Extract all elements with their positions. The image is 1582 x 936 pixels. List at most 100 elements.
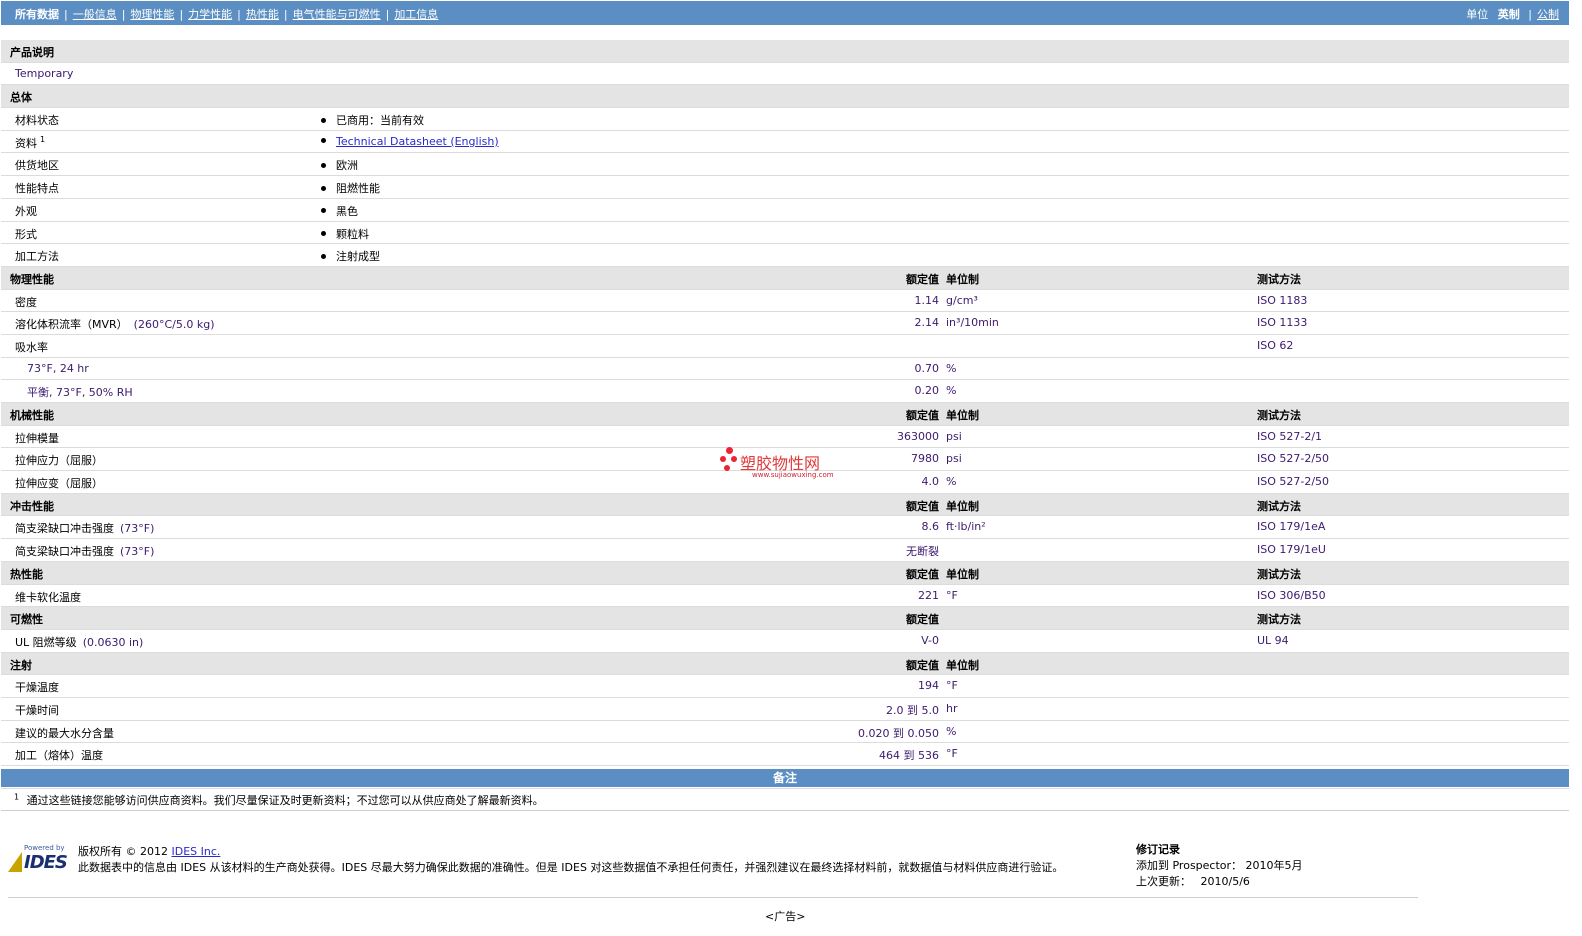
row-test-method: ISO 179/1eU xyxy=(1257,543,1326,557)
nav-tab-0[interactable]: 所有数据 xyxy=(15,8,59,21)
row-label: 供货地区 xyxy=(15,157,59,173)
row-test-method: ISO 527-2/50 xyxy=(1257,475,1330,489)
row-label-text: 供货地区 xyxy=(15,159,59,173)
nav-tab-1[interactable]: 一般信息 xyxy=(73,8,117,21)
row-value: 注射成型 xyxy=(321,248,380,264)
section-title: 产品说明 xyxy=(10,46,54,59)
nav-separator: | xyxy=(283,8,288,21)
col-header-nominal: 额定值 xyxy=(906,658,939,672)
col-header-unit: 单位制 xyxy=(946,409,979,422)
row-value: 阻燃性能 xyxy=(321,180,380,196)
revision-title: 修订记录 xyxy=(1136,843,1180,856)
row-nominal-value: 0.020 到 0.050 xyxy=(858,726,939,740)
row-label: 加工（熔体）温度 xyxy=(15,747,103,763)
bullet-icon xyxy=(321,208,326,214)
col-header-method: 测试方法 xyxy=(1257,272,1301,286)
table-row: 加工方法 注射成型 xyxy=(1,244,1569,267)
row-label: UL 阻燃等级 (0.0630 in) xyxy=(15,634,143,650)
divider xyxy=(1,810,1569,811)
nav-tab-3[interactable]: 力学性能 xyxy=(188,8,232,21)
row-nominal-value: 4.0 xyxy=(921,475,940,489)
col-header-method: 测试方法 xyxy=(1257,567,1301,581)
row-label-text: 性能特点 xyxy=(15,182,59,196)
nav-tab-5[interactable]: 电气性能与可燃性 xyxy=(293,8,381,21)
row-label-text: 资料 xyxy=(15,136,37,150)
row-label: 干燥温度 xyxy=(15,679,59,695)
site-watermark: 塑胶物性网 www.sujiaowuxing.com xyxy=(718,445,858,481)
section-header: 冲击性能 额定值 单位制 测试方法 xyxy=(1,493,1569,517)
footer: Powered by IDES 版权所有 © 2012 IDES Inc. 此数… xyxy=(8,840,1418,898)
row-nominal-value: 1.14 xyxy=(914,293,940,307)
col-header-nominal: 额定值 xyxy=(906,613,939,627)
ad-placeholder: <广告> xyxy=(765,910,806,923)
table-row: 维卡软化温度 221 °F ISO 306/B50 xyxy=(1,585,1569,608)
units-metric-link[interactable]: 公制 xyxy=(1537,8,1559,21)
table-row: 外观 黑色 xyxy=(1,199,1569,222)
ides-logo[interactable]: Powered by IDES xyxy=(8,844,70,874)
nav-separator: | xyxy=(385,8,390,21)
table-row: 73°F, 24 hr 0.70% xyxy=(1,358,1569,381)
row-test-method: ISO 179/1eA xyxy=(1257,520,1326,534)
row-value: 颗粒料 xyxy=(321,226,369,242)
row-condition: (73°F) xyxy=(120,522,155,536)
row-test-method: ISO 306/B50 xyxy=(1257,588,1326,602)
bullet-icon xyxy=(321,162,326,168)
section-title: 冲击性能 xyxy=(10,499,54,513)
col-header-unit: 单位制 xyxy=(946,272,979,286)
col-header-method: 测试方法 xyxy=(1257,613,1301,627)
footnote-text: 通过这些链接您能够访问供应商资料。我们尽量保证及时更新资料；不过您可以从供应商处… xyxy=(26,794,544,807)
table-row: 建议的最大水分含量 0.020 到 0.050% xyxy=(1,721,1569,744)
row-value: 欧洲 xyxy=(321,157,358,173)
table-row: 性能特点 阻燃性能 xyxy=(1,176,1569,199)
row-value: Technical Datasheet (English) xyxy=(321,135,499,148)
row-unit: °F xyxy=(946,747,958,761)
row-unit: % xyxy=(946,724,957,738)
row-test-method: ISO 527-2/1 xyxy=(1257,429,1323,443)
section-title: 可燃性 xyxy=(10,613,43,627)
row-label: 材料状态 xyxy=(15,112,59,128)
row-label: 拉伸应变（屈服） xyxy=(15,475,103,491)
ides-company-link[interactable]: IDES Inc. xyxy=(171,845,220,858)
table-row: UL 阻燃等级 (0.0630 in) V-0 UL 94 xyxy=(1,630,1569,653)
datasheet-table: 产品说明 Temporary 总体 材料状态 已商用：当前有效 资料 1 Technical … xyxy=(1,40,1569,789)
bullet-icon xyxy=(321,253,326,259)
row-label-text: 简支梁缺口冲击强度 xyxy=(15,545,114,559)
top-nav-bar: 所有数据 | 一般信息 | 物理性能 | 力学性能 | 热性能 | 电气性能与可燃性 | 加工信息 单位… xyxy=(1,1,1569,25)
row-label: 加工方法 xyxy=(15,248,59,264)
table-row: 供货地区 欧洲 xyxy=(1,153,1569,177)
added-date: 2010年5月 xyxy=(1245,859,1303,872)
row-label: 干燥时间 xyxy=(15,702,59,718)
row-nominal-value: 194 xyxy=(918,679,939,693)
row-label-text: UL 阻燃等级 xyxy=(15,635,77,649)
section-header: 产品说明 xyxy=(1,40,1569,63)
row-value-text: 阻燃性能 xyxy=(336,182,380,196)
units-label: 单位 xyxy=(1466,8,1489,21)
row-nominal-value: 无断裂 xyxy=(906,545,939,559)
units-imperial[interactable]: 英制 xyxy=(1498,8,1520,21)
row-label-text: 加工（熔体）温度 xyxy=(15,749,103,763)
nav-tab-2[interactable]: 物理性能 xyxy=(130,8,174,21)
nav-links: 所有数据 | 一般信息 | 物理性能 | 力学性能 | 热性能 | 电气性能与可燃性 | 加工信息 xyxy=(15,6,438,22)
row-nominal-value: 8.6 xyxy=(921,520,940,534)
nav-tab-6[interactable]: 加工信息 xyxy=(394,8,438,21)
section-header: 物理性能 额定值 单位制 测试方法 xyxy=(1,266,1569,290)
row-label: 密度 xyxy=(15,294,37,310)
row-unit: % xyxy=(946,361,957,375)
row-label: 建议的最大水分含量 xyxy=(15,725,114,741)
table-row: 吸水率 ISO 62 xyxy=(1,335,1569,358)
row-unit: % xyxy=(946,384,957,398)
bullet-icon xyxy=(321,138,326,144)
nav-tab-4[interactable]: 热性能 xyxy=(246,8,279,21)
row-unit: % xyxy=(946,475,957,489)
row-condition: (73°F) xyxy=(120,545,155,559)
section-header: 机械性能 额定值 单位制 测试方法 xyxy=(1,403,1569,426)
table-row: 简支梁缺口冲击强度 (73°F) 8.6 ft·lb/in² ISO 179/1eA xyxy=(1,516,1569,540)
table-row: 干燥时间 2.0 到 5.0 hr xyxy=(1,698,1569,721)
row-value-text: 欧洲 xyxy=(336,159,358,173)
watermark-url: www.sujiaowuxing.com xyxy=(752,471,834,479)
row-unit: hr xyxy=(946,701,958,715)
product-description-text: Temporary xyxy=(15,66,74,80)
row-label: 性能特点 xyxy=(15,180,59,196)
datasheet-link[interactable]: Technical Datasheet (English) xyxy=(336,135,499,148)
row-label: 维卡软化温度 xyxy=(15,589,81,605)
